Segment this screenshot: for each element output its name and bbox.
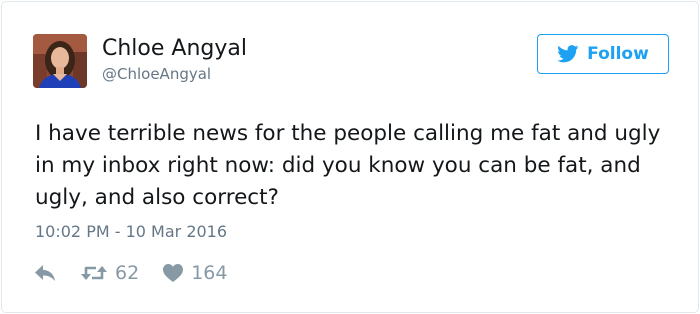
- heart-icon: [163, 264, 184, 282]
- follow-button[interactable]: Follow: [537, 34, 669, 74]
- tweet-timestamp[interactable]: 10:02 PM - 10 Mar 2016: [35, 220, 227, 244]
- tweet-card: Chloe Angyal @ChloeAngyal Follow I have …: [1, 1, 699, 313]
- reply-button[interactable]: [35, 265, 55, 281]
- author-handle[interactable]: @ChloeAngyal: [102, 64, 211, 84]
- retweet-icon: [81, 266, 107, 280]
- tweet-text: I have terrible news for the people call…: [35, 121, 661, 210]
- like-count: 164: [191, 262, 228, 284]
- author-name[interactable]: Chloe Angyal: [102, 35, 247, 63]
- reply-icon: [35, 265, 55, 281]
- retweet-count: 62: [115, 262, 140, 284]
- tweet-actions: 62 164: [35, 260, 227, 286]
- like-button[interactable]: 164: [163, 261, 227, 285]
- bird-icon: [557, 45, 579, 63]
- avatar[interactable]: [33, 34, 87, 88]
- profile-photo-icon: [33, 34, 87, 88]
- retweet-button[interactable]: 62: [81, 261, 139, 285]
- follow-button-label: Follow: [587, 44, 649, 64]
